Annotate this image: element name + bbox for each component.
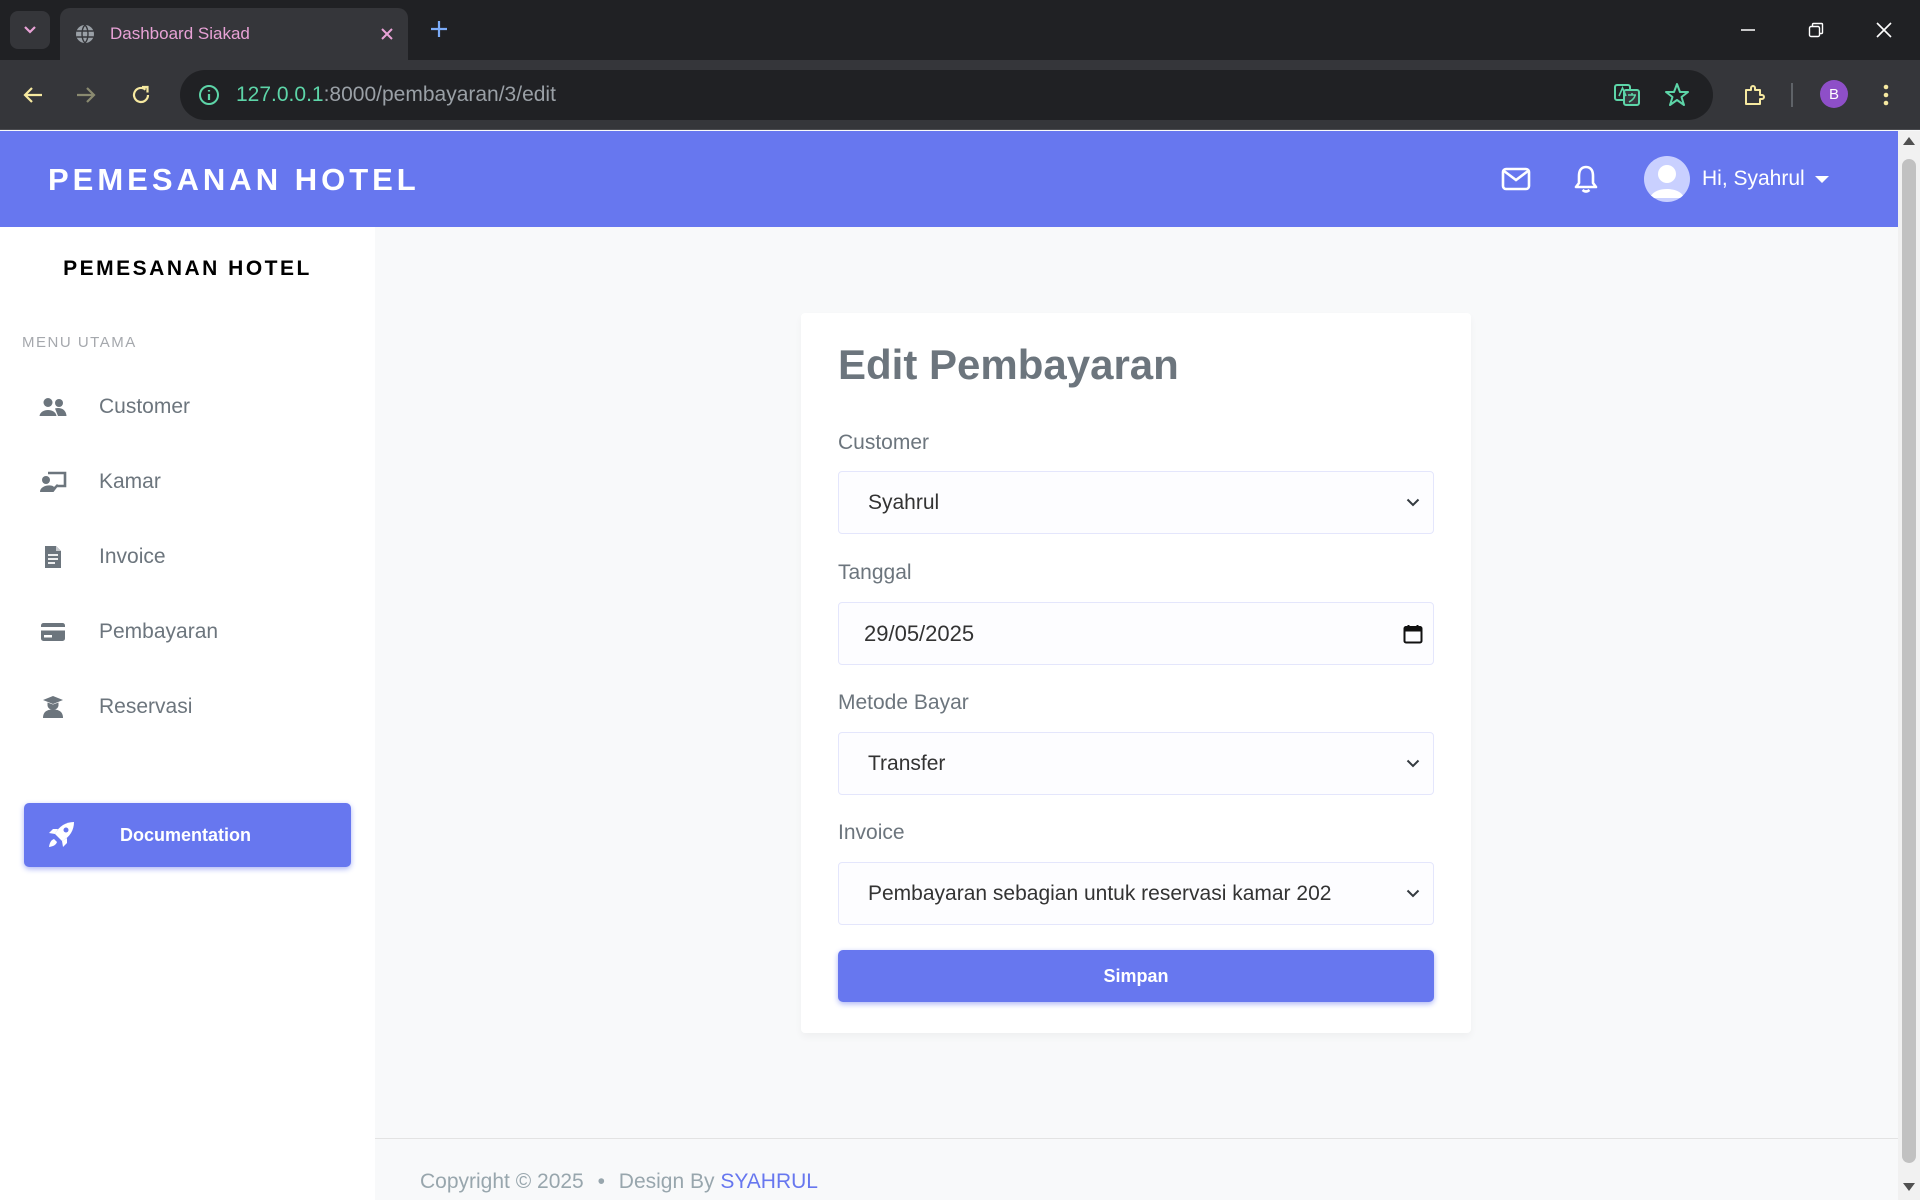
documentation-label: Documentation (120, 824, 252, 845)
simpan-button[interactable]: Simpan (838, 950, 1434, 1002)
navbar-brand[interactable]: PEMESANAN HOTEL (48, 162, 420, 198)
close-icon (1876, 22, 1892, 38)
scroll-up-arrow-icon[interactable] (1903, 137, 1915, 145)
invoice-select-value: Pembayaran sebagian untuk reservasi kama… (868, 881, 1332, 905)
invoice-label: Invoice (838, 821, 905, 844)
metode-bayar-label: Metode Bayar (838, 691, 969, 714)
chevron-down-icon (1393, 472, 1433, 533)
envelope-icon (1501, 167, 1531, 191)
plus-icon (431, 21, 447, 37)
new-tab-button[interactable] (424, 14, 454, 44)
chevron-down-icon (1393, 733, 1433, 794)
star-icon (1665, 83, 1689, 106)
footer-divider (375, 1138, 1898, 1139)
chevron-down-icon (24, 26, 36, 34)
site-info-button[interactable] (196, 82, 222, 108)
chalkboard-teacher-icon (38, 467, 68, 497)
close-tab-icon[interactable] (380, 27, 394, 41)
metode-bayar-select[interactable]: Transfer (838, 732, 1434, 795)
user-graduate-icon (38, 692, 68, 722)
more-vertical-icon (1883, 84, 1889, 106)
address-bar[interactable]: 127.0.0.1:8000/pembayaran/3/edit (180, 70, 1713, 120)
author-link[interactable]: SYAHRUL (720, 1170, 818, 1193)
customer-label: Customer (838, 431, 930, 454)
user-dropdown[interactable]: Hi, Syahrul (1644, 156, 1829, 202)
puzzle-icon (1745, 85, 1765, 105)
page-scrollbar[interactable] (1898, 131, 1920, 1200)
reload-icon (132, 85, 150, 104)
user-greeting: Hi, Syahrul (1702, 167, 1805, 190)
browser-toolbar: 127.0.0.1:8000/pembayaran/3/edit B (0, 60, 1920, 130)
browser-tab[interactable]: Dashboard Siakad (60, 8, 408, 60)
browser-tab-strip: Dashboard Siakad (0, 0, 1920, 60)
customer-select-value: Syahrul (868, 490, 940, 514)
bookmark-button[interactable] (1664, 82, 1690, 112)
restore-icon (1808, 22, 1824, 38)
browser-menu-button[interactable] (1868, 77, 1904, 113)
users-icon (38, 392, 68, 422)
caret-down-icon (1814, 175, 1829, 183)
arrow-right-icon (77, 87, 96, 103)
avatar (1644, 156, 1690, 202)
profile-avatar[interactable]: B (1820, 80, 1848, 108)
sidebar: PEMESANAN HOTEL MENU UTAMA Customer Kama… (0, 227, 375, 1200)
invoice-select[interactable]: Pembayaran sebagian untuk reservasi kama… (838, 862, 1434, 925)
translate-icon (1614, 84, 1640, 106)
sidebar-item-pembayaran[interactable]: Pembayaran (0, 602, 375, 662)
footer: Copyright © 2025 • Design By SYAHRUL (420, 1170, 818, 1194)
toolbar-divider (1791, 83, 1793, 107)
sidebar-brand[interactable]: PEMESANAN HOTEL (0, 257, 375, 281)
credit-card-icon (38, 617, 68, 647)
edit-pembayaran-card: Edit Pembayaran Customer Syahrul Tanggal… (801, 313, 1471, 1033)
minimize-button[interactable] (1728, 14, 1768, 46)
metode-bayar-select-value: Transfer (868, 751, 946, 775)
sidebar-item-kamar[interactable]: Kamar (0, 452, 375, 512)
notifications-button[interactable] (1568, 161, 1604, 197)
sidebar-item-label: Reservasi (99, 695, 193, 718)
customer-select[interactable]: Syahrul (838, 471, 1434, 534)
main-content: Edit Pembayaran Customer Syahrul Tanggal… (375, 227, 1898, 1200)
bullet-separator: • (597, 1170, 605, 1193)
sidebar-item-label: Invoice (99, 545, 166, 568)
user-avatar-icon (1650, 165, 1684, 198)
menu-header: MENU UTAMA (22, 334, 137, 351)
forward-button[interactable] (68, 77, 104, 113)
tanggal-date-input[interactable]: 29/05/2025 (838, 602, 1434, 665)
globe-icon (76, 24, 94, 44)
sidebar-item-customer[interactable]: Customer (0, 377, 375, 437)
tab-search-button[interactable] (10, 11, 50, 49)
rocket-icon (46, 820, 76, 854)
sidebar-item-label: Pembayaran (99, 620, 219, 643)
tanggal-label: Tanggal (838, 561, 912, 584)
back-button[interactable] (15, 77, 51, 113)
tab-title: Dashboard Siakad (110, 24, 250, 43)
documentation-button[interactable]: Documentation (24, 803, 351, 867)
chevron-down-icon (1393, 863, 1433, 924)
tanggal-date-value: 29/05/2025 (864, 620, 975, 646)
close-window-button[interactable] (1864, 14, 1904, 46)
reload-button[interactable] (123, 77, 159, 113)
info-icon (199, 85, 219, 105)
translate-button[interactable] (1614, 82, 1640, 112)
calendar-icon[interactable] (1393, 603, 1433, 664)
sidebar-item-reservasi[interactable]: Reservasi (0, 677, 375, 737)
copyright-text: Copyright © 2025 (420, 1170, 584, 1193)
sidebar-item-label: Kamar (99, 470, 161, 493)
bell-icon (1574, 165, 1598, 193)
url-text[interactable]: 127.0.0.1:8000/pembayaran/3/edit (236, 83, 556, 107)
restore-button[interactable] (1796, 14, 1836, 46)
app-navbar: PEMESANAN HOTEL Hi, Syahrul (0, 131, 1898, 227)
extensions-button[interactable] (1736, 77, 1772, 113)
scroll-down-arrow-icon[interactable] (1903, 1183, 1915, 1191)
sidebar-item-label: Customer (99, 395, 191, 418)
messages-button[interactable] (1498, 161, 1534, 197)
minimize-icon (1741, 29, 1755, 31)
scrollbar-thumb[interactable] (1902, 159, 1916, 1163)
sidebar-item-invoice[interactable]: Invoice (0, 527, 375, 587)
page-title: Edit Pembayaran (838, 341, 1179, 388)
design-by-text: Design By (618, 1170, 715, 1193)
arrow-left-icon (23, 87, 42, 103)
file-invoice-icon (38, 542, 68, 572)
